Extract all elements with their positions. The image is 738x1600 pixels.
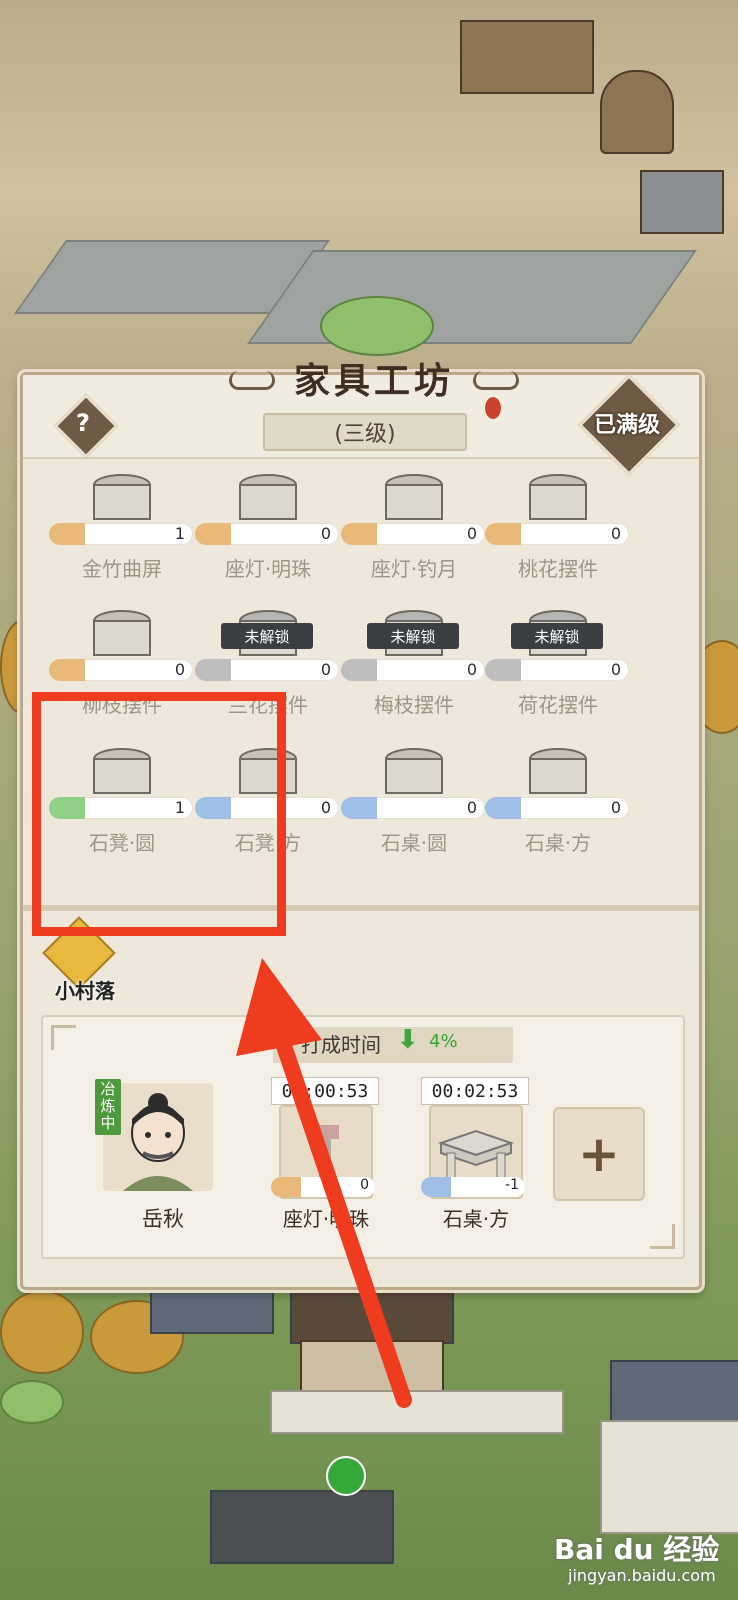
red-arrow-icon [236, 958, 412, 1408]
watermark-brand: Bai du 经验 [554, 1533, 720, 1566]
watermark-url: jingyan.baidu.com [568, 1566, 716, 1585]
